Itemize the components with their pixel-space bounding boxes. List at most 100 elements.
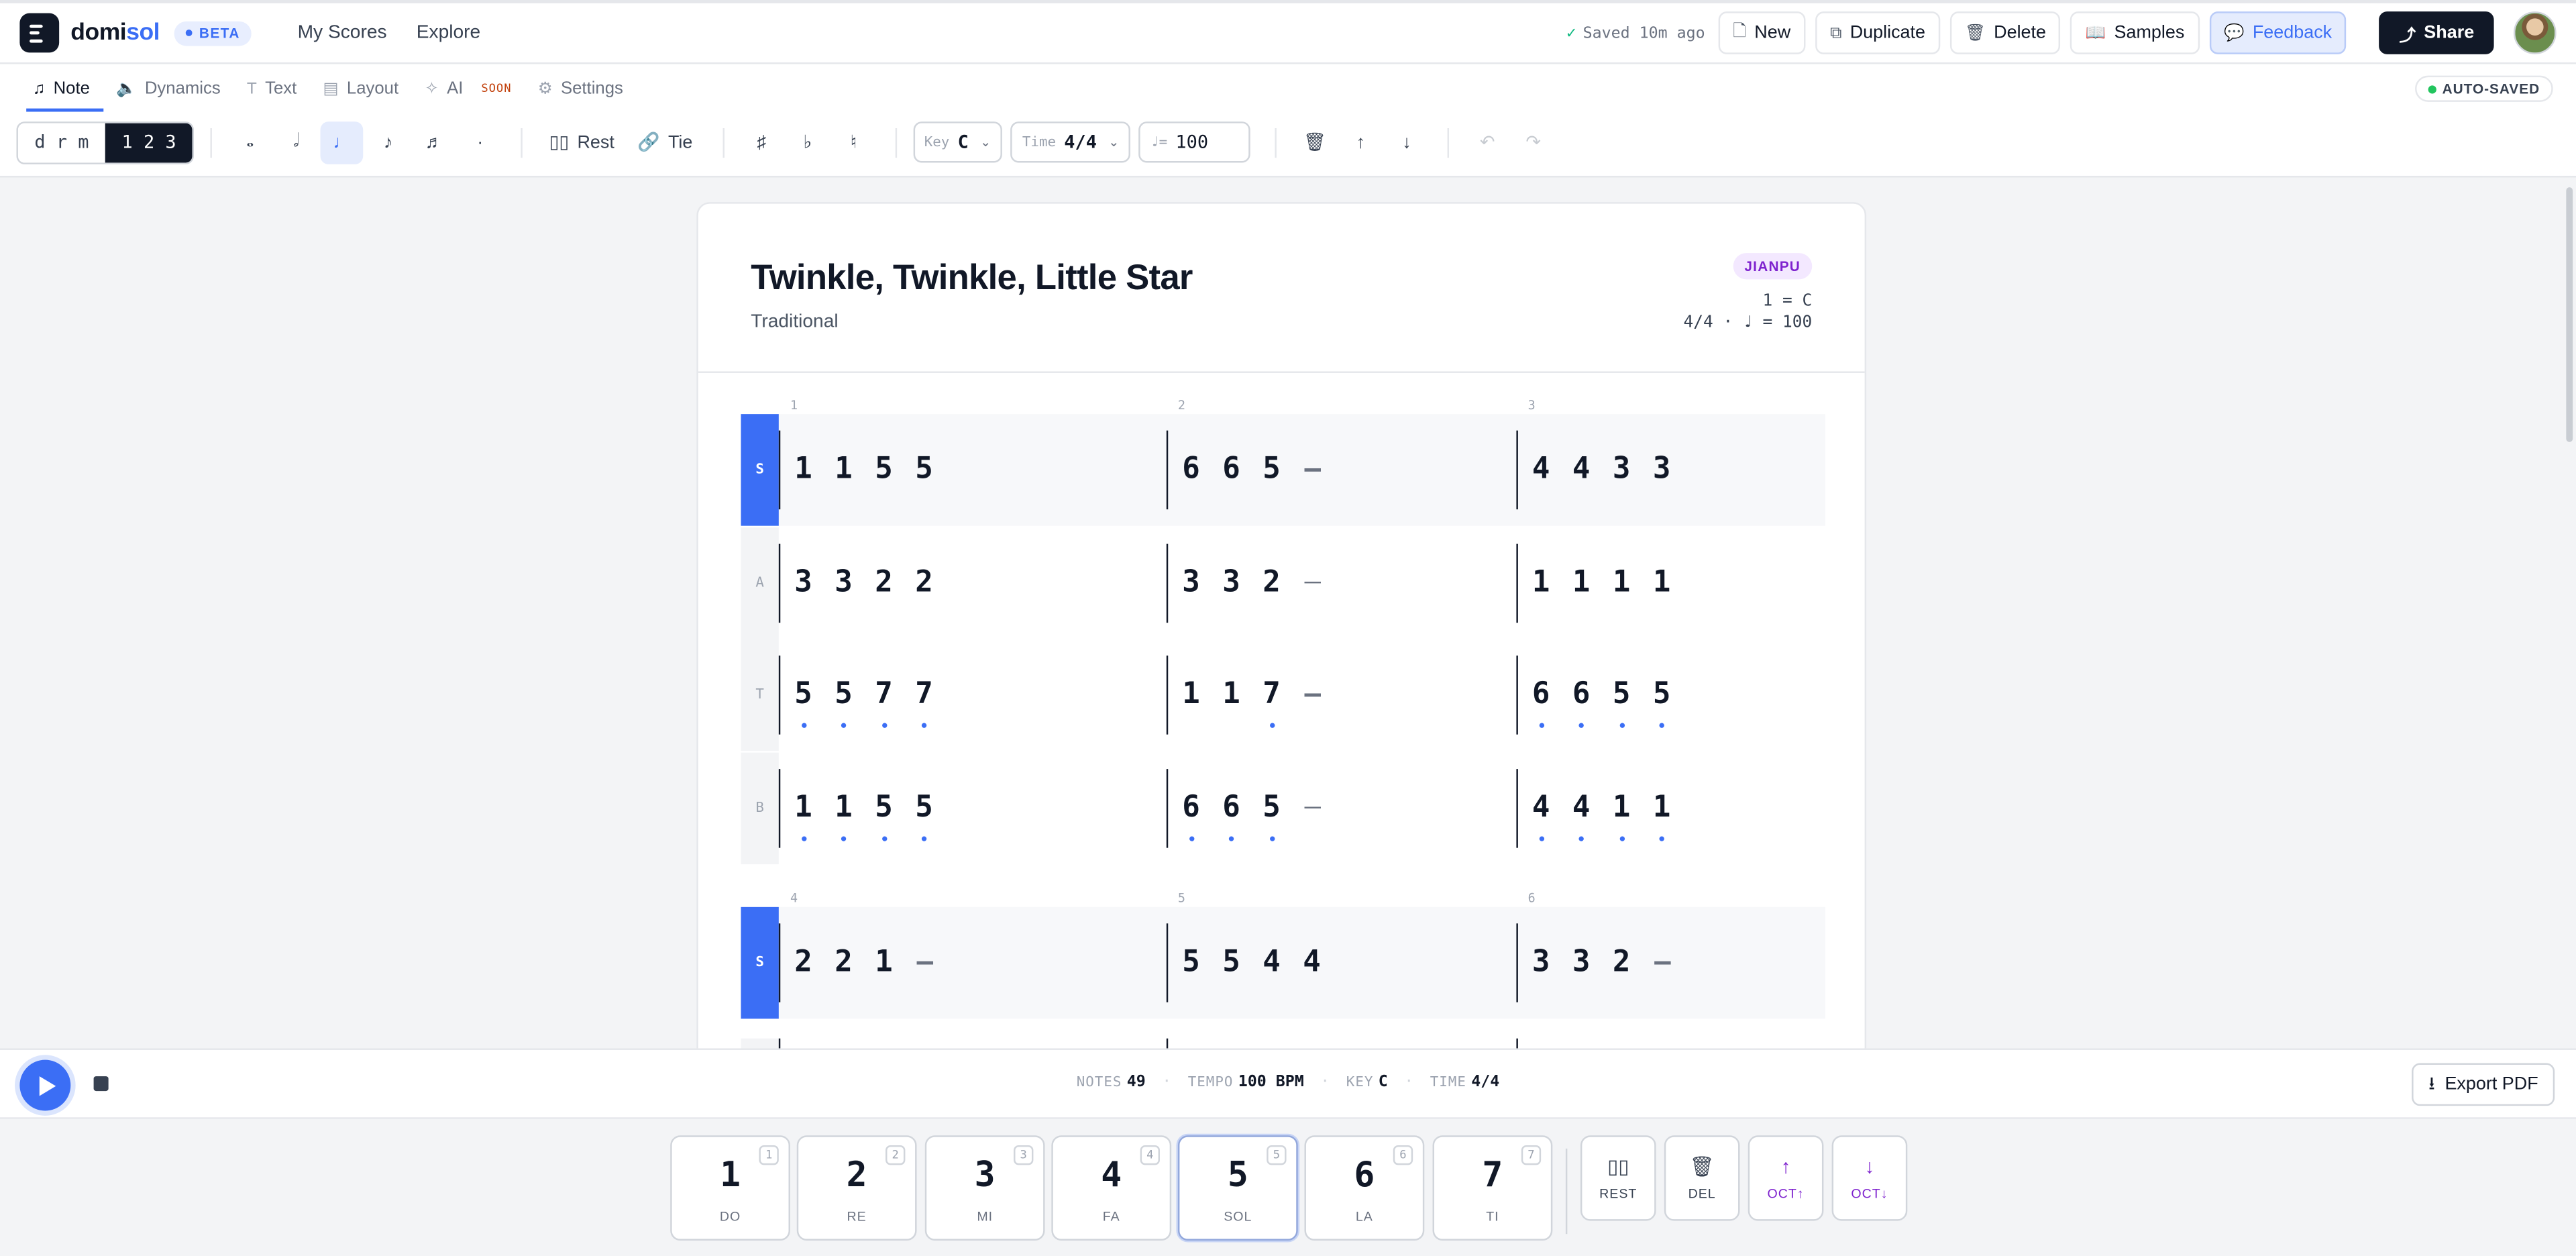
key-2-button[interactable]: 2 2 RE — [796, 1135, 917, 1241]
tab-settings[interactable]: ⚙ Settings — [525, 64, 636, 113]
note[interactable]: 4 — [1260, 943, 1283, 983]
note[interactable]: 3 — [1570, 943, 1593, 983]
key-3-button[interactable]: 3 3 MI — [924, 1135, 1045, 1241]
nav-explore[interactable]: Explore — [417, 23, 481, 42]
octave-down-key-button[interactable]: ↓ OCT↓ — [1831, 1135, 1908, 1221]
note[interactable]: 3 — [1220, 563, 1242, 603]
note[interactable]: 5 — [1650, 676, 1673, 728]
note[interactable]: 4 — [1300, 943, 1323, 983]
note[interactable]: 2 — [1610, 943, 1633, 983]
note[interactable]: 5 — [912, 788, 935, 841]
note[interactable]: 5 — [1179, 943, 1202, 983]
note[interactable]: 3 — [1650, 450, 1673, 490]
voice-label[interactable]: S — [741, 906, 779, 1019]
staff-row-s[interactable]: S11556654433 — [741, 414, 1825, 526]
note[interactable]: 7 — [872, 676, 895, 728]
voice-label[interactable]: S — [741, 414, 779, 526]
note[interactable]: 7 — [912, 676, 935, 728]
note[interactable]: 5 — [1260, 450, 1283, 490]
tab-text[interactable]: T Text — [233, 64, 310, 113]
score-canvas[interactable]: Twinkle, Twinkle, Little Star Traditiona… — [0, 177, 2576, 1049]
natural-button[interactable]: ♮ — [833, 121, 875, 164]
sustain-dash[interactable] — [1303, 468, 1320, 471]
note[interactable]: 4 — [1570, 788, 1593, 841]
sustain-dash[interactable] — [1303, 580, 1320, 584]
rest-button[interactable]: ▯▯ Rest — [539, 121, 625, 164]
tie-button[interactable]: 🔗 Tie — [627, 121, 702, 164]
staff-row-a[interactable]: A33223321111 — [741, 526, 1825, 639]
note[interactable]: 1 — [1650, 788, 1673, 841]
key-4-button[interactable]: 4 4 FA — [1051, 1135, 1172, 1241]
new-button[interactable]: 🗋 New — [1718, 11, 1806, 54]
note[interactable]: 1 — [792, 788, 814, 841]
octave-down-button[interactable]: ↓ — [1385, 121, 1428, 164]
key-select[interactable]: Key C ⌄ — [912, 121, 1003, 163]
note[interactable]: 1 — [832, 450, 855, 490]
note[interactable]: 1 — [872, 943, 895, 983]
voice-label[interactable]: B — [741, 751, 779, 863]
note[interactable]: 3 — [1529, 943, 1552, 983]
quarter-note-button[interactable]: ♩ — [321, 121, 364, 164]
note[interactable]: 6 — [1179, 450, 1202, 490]
sixteenth-note-button[interactable]: ♬ — [413, 121, 455, 164]
note[interactable]: 5 — [832, 676, 855, 728]
tab-layout[interactable]: ▤ Layout — [310, 64, 412, 113]
note[interactable]: 3 — [1610, 450, 1633, 490]
note[interactable]: 3 — [792, 563, 814, 603]
score-title[interactable]: Twinkle, Twinkle, Little Star — [751, 258, 1193, 299]
number-mode-button[interactable]: 1 2 3 — [105, 122, 193, 162]
note[interactable]: 5 — [872, 450, 895, 490]
octave-up-key-button[interactable]: ↑ OCT↑ — [1748, 1135, 1824, 1221]
export-pdf-button[interactable]: ⭳ Export PDF — [2412, 1063, 2555, 1106]
voice-label[interactable]: A — [741, 526, 779, 639]
note[interactable]: 1 — [1570, 563, 1593, 603]
staff-row-b[interactable]: B11556654411 — [741, 751, 1825, 863]
key-5-button[interactable]: 5 5 SOL — [1177, 1135, 1298, 1241]
half-note-button[interactable]: 𝅗𝅥 — [275, 121, 318, 164]
note[interactable]: 5 — [872, 788, 895, 841]
note[interactable]: 4 — [1529, 788, 1552, 841]
sharp-button[interactable]: ♯ — [740, 121, 783, 164]
voice-label[interactable]: T — [741, 639, 779, 751]
note[interactable]: 1 — [832, 788, 855, 841]
key-6-button[interactable]: 6 6 LA — [1304, 1135, 1425, 1241]
sustain-dash[interactable] — [1303, 806, 1320, 808]
note[interactable]: 2 — [872, 563, 895, 603]
rest-key-button[interactable]: ▯▯ REST — [1580, 1135, 1656, 1221]
sustain-dash[interactable] — [916, 961, 932, 964]
note[interactable]: 5 — [1260, 788, 1283, 841]
redo-button[interactable]: ↷ — [1512, 121, 1555, 164]
note[interactable]: 1 — [1529, 563, 1552, 603]
note[interactable]: 4 — [1570, 450, 1593, 490]
tab-dynamics[interactable]: 🔈 Dynamics — [103, 64, 234, 113]
logo-icon[interactable] — [19, 13, 60, 53]
note[interactable]: 5 — [1610, 676, 1633, 728]
brand-name[interactable]: domisol — [70, 19, 160, 46]
eighth-note-button[interactable]: ♪ — [367, 121, 410, 164]
nav-my-scores[interactable]: My Scores — [298, 23, 387, 42]
note[interactable]: 3 — [832, 563, 855, 603]
avatar[interactable] — [2513, 11, 2557, 54]
dot-button[interactable]: · — [459, 121, 502, 164]
key-7-button[interactable]: 7 7 TI — [1432, 1135, 1553, 1241]
note[interactable]: 5 — [912, 450, 935, 490]
share-button[interactable]: ⤴ Share — [2379, 11, 2494, 54]
sustain-dash[interactable] — [1303, 693, 1320, 696]
delete-note-button[interactable]: 🗑 — [1293, 121, 1336, 164]
delete-button[interactable]: 🗑 Delete — [1949, 11, 2061, 54]
note[interactable]: 1 — [1610, 563, 1633, 603]
note[interactable]: 2 — [1260, 563, 1283, 603]
whole-note-button[interactable]: 𝅝 — [229, 121, 272, 164]
note[interactable]: 6 — [1220, 450, 1242, 490]
tab-note[interactable]: ♫ Note — [19, 64, 103, 113]
sustain-dash[interactable] — [1653, 961, 1670, 964]
time-select[interactable]: Time 4/4 ⌄ — [1010, 121, 1131, 163]
vertical-scrollbar[interactable] — [2566, 187, 2573, 442]
note[interactable]: 1 — [792, 450, 814, 490]
samples-button[interactable]: 📖 Samples — [2070, 11, 2200, 54]
staff-row-t[interactable]: T55771176655 — [741, 639, 1825, 751]
note[interactable]: 2 — [912, 563, 935, 603]
note[interactable]: 3 — [1179, 563, 1202, 603]
duplicate-button[interactable]: ⧉ Duplicate — [1815, 11, 1941, 54]
tab-ai[interactable]: ✧ AI SOON — [412, 64, 525, 113]
